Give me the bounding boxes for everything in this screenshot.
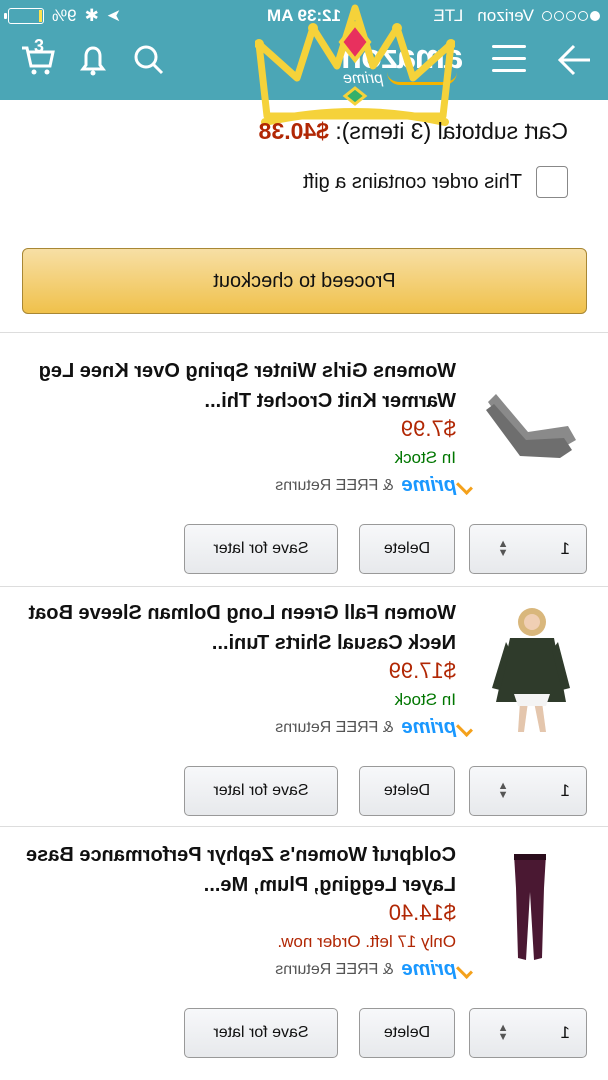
item-stock: Only 17 left. Order now.	[277, 932, 456, 951]
item-stock: In Stock	[394, 690, 456, 709]
location-icon: ➤	[106, 6, 122, 25]
leg-warmers-image[interactable]	[486, 364, 576, 494]
cart-subtotal: Cart subtotal (3 items): $40.38	[259, 118, 568, 145]
gift-option[interactable]: This order contains a gift	[303, 166, 568, 198]
gift-checkbox[interactable]	[536, 166, 568, 198]
item-price: $14.40	[388, 900, 456, 925]
free-returns-label: & FREE Returns	[275, 476, 394, 494]
menu-icon[interactable]	[492, 45, 526, 75]
quantity-arrows-icon: ▲ ▼	[497, 780, 509, 801]
prime-badge: prime	[401, 958, 456, 980]
quantity-value: 1	[560, 781, 570, 800]
quantity-select[interactable]: 1 ▲ ▼	[469, 766, 587, 816]
back-arrow-icon[interactable]	[554, 40, 594, 80]
gift-label: This order contains a gift	[303, 170, 522, 193]
divider	[0, 826, 608, 827]
prime-returns: prime & FREE Returns	[275, 716, 456, 739]
quantity-value: 1	[560, 539, 570, 558]
status-right: ➤ ✱ 9%	[8, 6, 121, 26]
cart-count: 3	[33, 36, 44, 56]
cart-item: Womens Girls Winter Spring Over Knee Leg…	[0, 356, 608, 596]
page-mirrored: Verizon LTE 12:39 AM ➤ ✱ 9% amazon prime	[0, 0, 608, 1080]
battery-percent: 9%	[52, 6, 77, 25]
item-price: $7.99	[400, 416, 456, 441]
item-title[interactable]: Coldpruf Women's Zephyr Performance Base…	[16, 840, 456, 900]
delete-button[interactable]: Delete	[359, 766, 455, 816]
prime-returns: prime & FREE Returns	[275, 958, 456, 981]
search-icon[interactable]	[128, 40, 168, 80]
bluetooth-icon: ✱	[84, 6, 99, 25]
quantity-select[interactable]: 1 ▲ ▼	[469, 524, 587, 574]
battery-level	[38, 10, 42, 22]
item-title[interactable]: Womens Girls Winter Spring Over Knee Leg…	[16, 356, 456, 416]
quantity-value: 1	[560, 1023, 570, 1042]
battery-icon	[8, 8, 44, 24]
crown-sticker	[255, 4, 455, 126]
save-for-later-button[interactable]: Save for later	[184, 524, 338, 574]
quantity-arrows-icon: ▲ ▼	[497, 538, 509, 559]
prime-badge: prime	[401, 716, 456, 738]
subtotal-label: Cart subtotal (3 items):	[335, 118, 568, 144]
delete-button[interactable]: Delete	[359, 1008, 455, 1058]
prime-returns: prime & FREE Returns	[275, 474, 456, 497]
subtotal-amount: $40.38	[258, 118, 329, 144]
prime-badge: prime	[401, 474, 456, 496]
bell-icon[interactable]	[73, 40, 113, 80]
delete-button[interactable]: Delete	[359, 524, 455, 574]
plum-leggings-image[interactable]	[486, 848, 576, 978]
proceed-to-checkout-button[interactable]: Proceed to checkout	[22, 248, 587, 314]
checkout-label: Proceed to checkout	[213, 269, 396, 292]
save-for-later-button[interactable]: Save for later	[184, 766, 338, 816]
divider	[0, 586, 608, 587]
free-returns-label: & FREE Returns	[275, 960, 394, 978]
quantity-select[interactable]: 1 ▲ ▼	[469, 1008, 587, 1058]
cart-item: Coldpruf Women's Zephyr Performance Base…	[0, 840, 608, 1080]
free-returns-label: & FREE Returns	[275, 718, 394, 736]
quantity-arrows-icon: ▲ ▼	[497, 1022, 509, 1043]
divider	[0, 332, 608, 333]
cart-icon[interactable]: 3	[18, 36, 58, 78]
item-title[interactable]: Women Fall Green Long Dolman Sleeve Boat…	[16, 598, 457, 658]
save-for-later-button[interactable]: Save for later	[184, 1008, 338, 1058]
item-stock: In Stock	[394, 448, 456, 467]
green-sweater-image[interactable]	[486, 606, 576, 736]
cart-item: Women Fall Green Long Dolman Sleeve Boat…	[0, 598, 608, 838]
item-price: $17.99	[388, 658, 456, 683]
